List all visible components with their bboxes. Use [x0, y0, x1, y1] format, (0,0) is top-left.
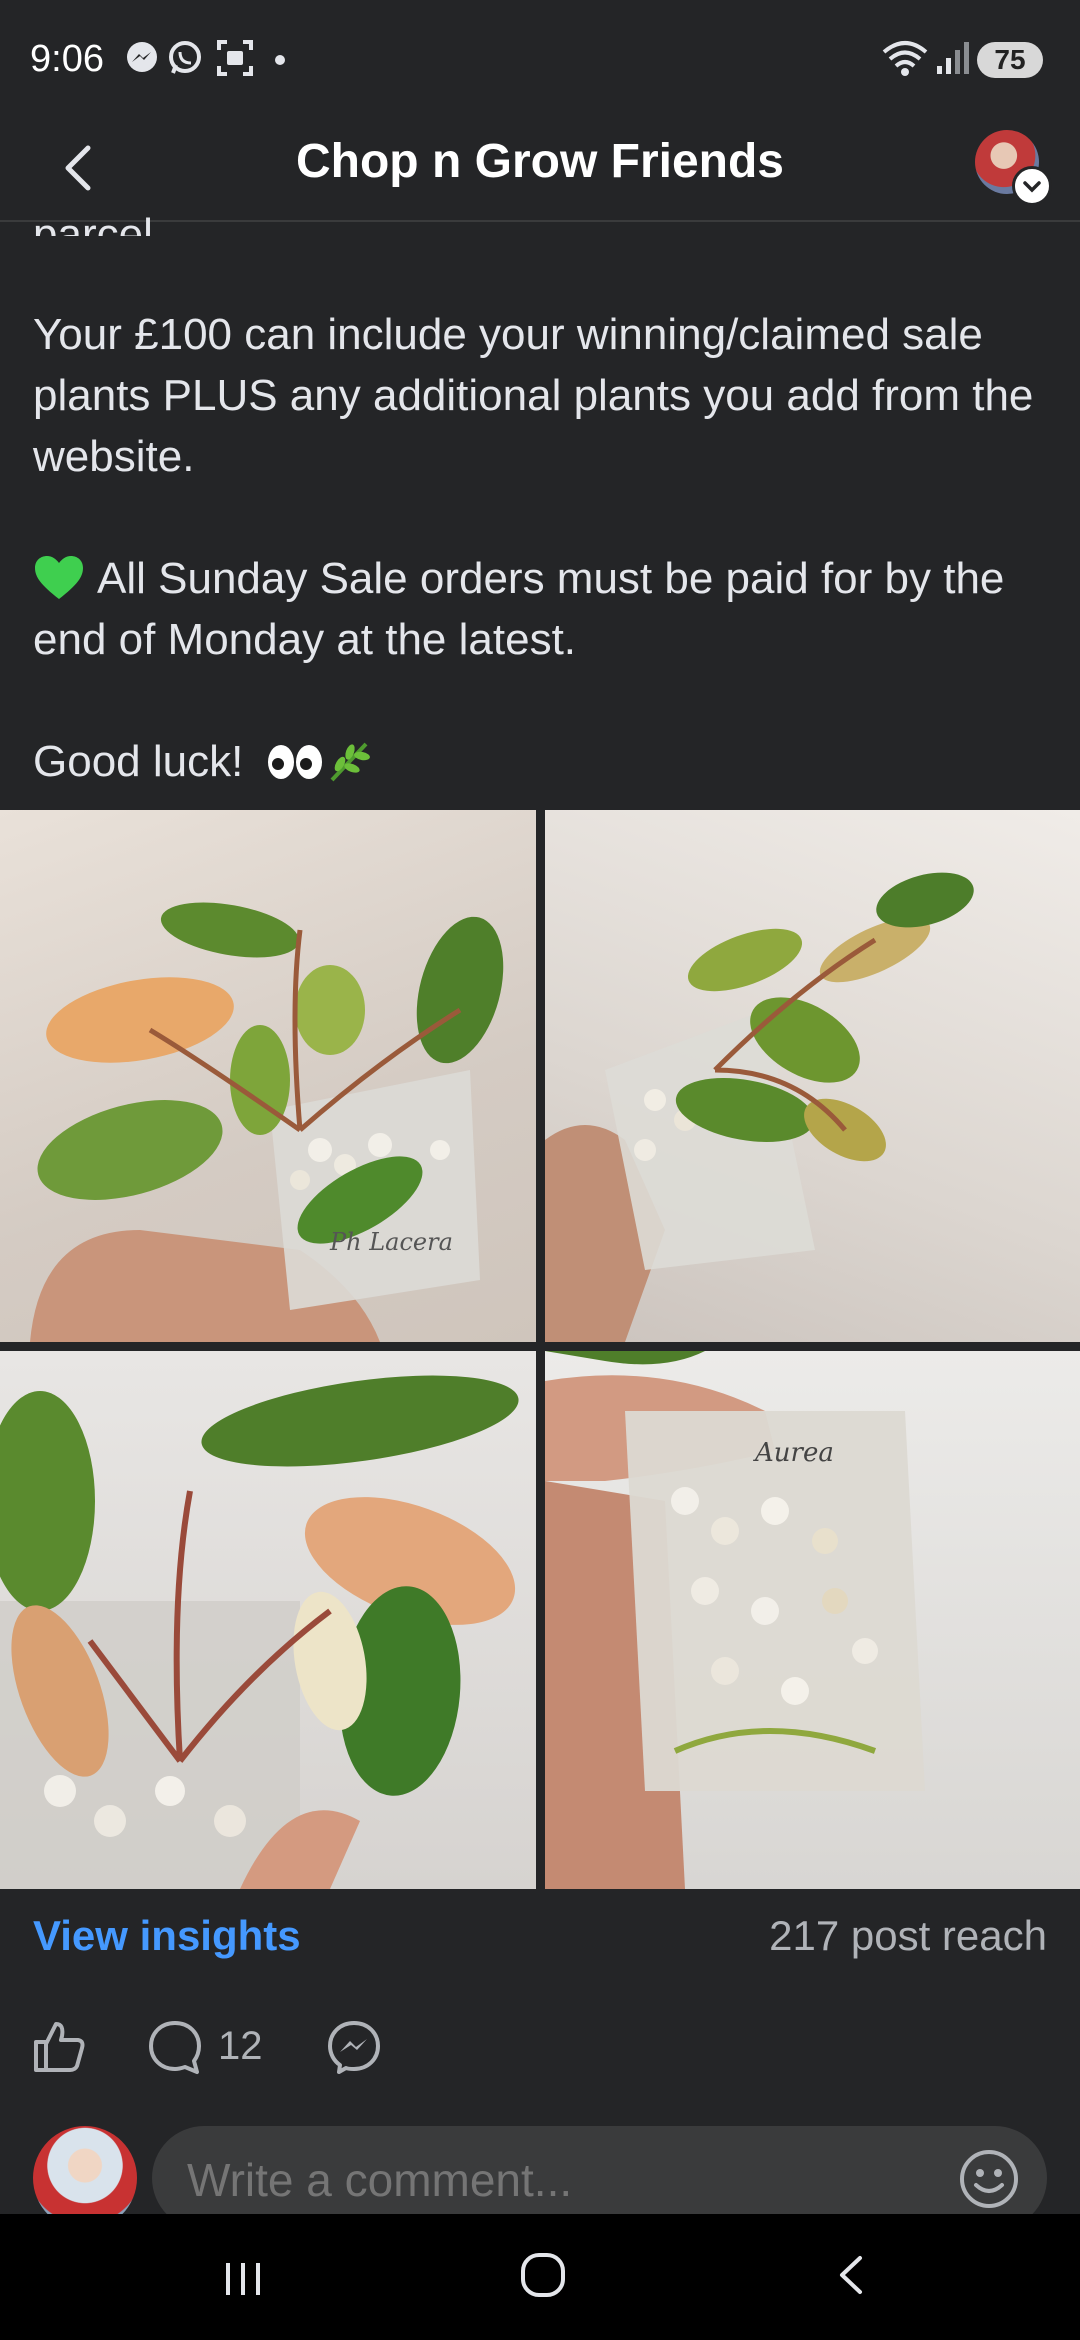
eyes-emoji-icon: [267, 745, 322, 779]
green-heart-emoji-icon: [35, 556, 83, 599]
whatsapp-icon: [169, 41, 201, 74]
post-paragraph-text: Good luck!: [33, 737, 244, 786]
recent-apps-icon[interactable]: [220, 2255, 266, 2301]
post-photo-2[interactable]: [545, 810, 1080, 1342]
post-reach-count: 217 post reach: [769, 1912, 1047, 1959]
view-insights-link[interactable]: View insights: [33, 1912, 301, 1960]
messenger-share-icon[interactable]: [325, 2018, 383, 2076]
post-body: Your £100 can include your winning/claim…: [33, 225, 1053, 792]
chevron-down-icon[interactable]: [1012, 166, 1052, 206]
messenger-icon: [127, 42, 157, 72]
post-photo-1[interactable]: Ph Lacera: [0, 810, 536, 1342]
pot-label-text: Aurea: [753, 1438, 834, 1468]
comment-bubble-icon[interactable]: [146, 2018, 204, 2076]
emoji-smile-icon[interactable]: [958, 2148, 1020, 2210]
plant-photo-illustration: Ph Lacera: [30, 902, 504, 1342]
post-photo-3[interactable]: [0, 1351, 536, 1889]
plant-photo-illustration: [545, 872, 974, 1342]
post-paragraph-text: All Sunday Sale orders must be paid for …: [33, 554, 1005, 664]
screenshot-icon: [217, 40, 253, 76]
post-paragraph: All Sunday Sale orders must be paid for …: [33, 548, 1053, 670]
home-icon[interactable]: [518, 2250, 568, 2300]
pot-label-text: Ph Lacera: [329, 1228, 453, 1256]
post-paragraph: Good luck!: [33, 731, 1053, 792]
page-title: Chop n Grow Friends: [296, 135, 784, 188]
status-time: 9:06: [30, 38, 104, 80]
notification-dot: [275, 55, 285, 65]
herb-emoji-icon: [330, 742, 370, 782]
nav-back-icon[interactable]: [828, 2252, 874, 2298]
comment-count[interactable]: 12: [218, 2024, 263, 2069]
plant-photo-illustration: Aurea: [545, 1351, 925, 1889]
comment-input[interactable]: [185, 2152, 889, 2208]
signal-icon: [937, 42, 969, 74]
post-paragraph: Your £100 can include your winning/claim…: [33, 310, 1034, 481]
like-thumb-icon[interactable]: [30, 2018, 88, 2076]
back-arrow-icon[interactable]: [50, 138, 110, 198]
battery-indicator: 75: [977, 42, 1043, 78]
plant-photo-illustration: [0, 1375, 519, 1889]
post-photo-4[interactable]: Aurea: [545, 1351, 1080, 1889]
wifi-icon: [882, 41, 928, 76]
